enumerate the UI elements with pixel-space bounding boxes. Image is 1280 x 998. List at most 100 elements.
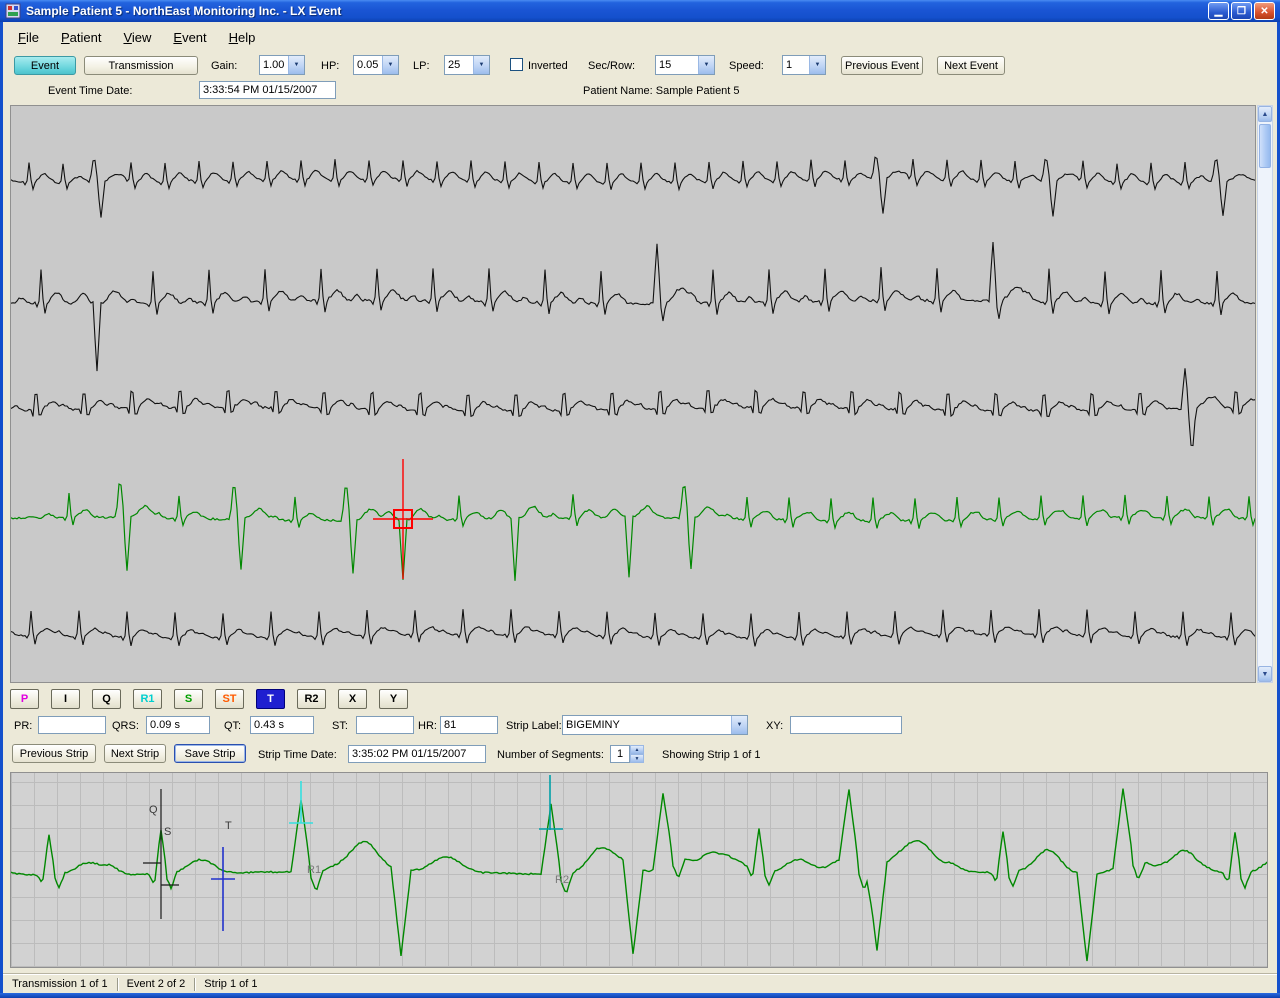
st-field[interactable]: [356, 716, 414, 734]
menu-help[interactable]: Help: [218, 25, 267, 50]
wave-button-s[interactable]: S: [174, 689, 203, 709]
qt-field[interactable]: 0.43 s: [250, 716, 314, 734]
inverted-checkbox[interactable]: [510, 58, 523, 71]
ecg-trace-row4-active: [11, 484, 1256, 581]
dropdown-arrow-icon[interactable]: ▼: [473, 56, 489, 74]
close-button[interactable]: ✕: [1254, 2, 1275, 20]
wave-button-q[interactable]: Q: [92, 689, 121, 709]
menu-bar: File Patient View Event Help: [3, 22, 1277, 52]
previous-event-button[interactable]: Previous Event: [841, 56, 923, 75]
wave-button-y[interactable]: Y: [379, 689, 408, 709]
window-border-bottom: [0, 993, 1280, 998]
speed-value: 1: [783, 59, 809, 71]
qrs-label: QRS:: [112, 720, 139, 732]
inverted-label: Inverted: [528, 60, 568, 72]
menu-file[interactable]: File: [7, 25, 50, 50]
t-annotation: T: [225, 820, 232, 832]
sec-row-label: Sec/Row:: [588, 60, 635, 72]
r1-annotation: R1: [307, 864, 321, 876]
menu-patient[interactable]: Patient: [50, 25, 112, 50]
app-window: Sample Patient 5 - NorthEast Monitoring …: [0, 0, 1280, 998]
ecg-trace-row3: [11, 368, 1256, 445]
next-event-button[interactable]: Next Event: [937, 56, 1005, 75]
sec-row-select[interactable]: 15 ▼: [655, 55, 715, 75]
pr-label: PR:: [14, 720, 32, 732]
window-border-left: [0, 22, 3, 998]
next-strip-button[interactable]: Next Strip: [104, 744, 166, 763]
dropdown-arrow-icon[interactable]: ▼: [288, 56, 304, 74]
restore-button[interactable]: ❐: [1231, 2, 1252, 20]
scrollbar-thumb[interactable]: [1259, 124, 1271, 168]
xy-label: XY:: [766, 720, 783, 732]
s-annotation: S: [164, 826, 171, 838]
patient-name-text: Patient Name: Sample Patient 5: [583, 85, 740, 97]
ecg-trace-row5: [11, 609, 1256, 646]
segments-label: Number of Segments:: [497, 749, 604, 761]
dropdown-arrow-icon[interactable]: ▼: [809, 56, 825, 74]
measurements-row: PR: QRS: 0.09 s QT: 0.43 s ST: HR: 81 St…: [0, 715, 1280, 739]
save-strip-button[interactable]: Save Strip: [174, 744, 246, 763]
qrs-field[interactable]: 0.09 s: [146, 716, 210, 734]
hp-select[interactable]: 0.05 ▼: [353, 55, 399, 75]
dropdown-arrow-icon[interactable]: ▼: [698, 56, 714, 74]
toolbar: Event Transmission Gain: 1.00 ▼ HP: 0.05…: [3, 52, 1277, 80]
strip-display[interactable]: Q S T R1 R2: [10, 772, 1268, 968]
strip-label-select[interactable]: BIGEMINY ▼: [562, 715, 748, 735]
app-icon: [5, 3, 21, 19]
wave-button-r2[interactable]: R2: [297, 689, 326, 709]
ecg-trace-row2: [11, 242, 1256, 371]
segments-value[interactable]: 1: [610, 745, 630, 763]
wave-button-row: PIQ R1 S ST T R2 XY: [0, 688, 1280, 712]
wave-button-x[interactable]: X: [338, 689, 367, 709]
st-label: ST:: [332, 720, 348, 732]
hr-field[interactable]: 81: [440, 716, 498, 734]
menu-event[interactable]: Event: [162, 25, 217, 50]
title-bar[interactable]: Sample Patient 5 - NorthEast Monitoring …: [0, 0, 1280, 22]
pr-field[interactable]: [38, 716, 106, 734]
xy-field[interactable]: [790, 716, 902, 734]
ecg-display[interactable]: [10, 105, 1256, 683]
scroll-up-icon[interactable]: ▲: [1258, 106, 1272, 122]
event-mode-button[interactable]: Event: [14, 56, 76, 75]
gain-label: Gain:: [211, 60, 237, 72]
hp-value: 0.05: [354, 59, 382, 71]
event-cursor-marker[interactable]: [373, 459, 433, 579]
r2-annotation: R2: [555, 874, 569, 886]
transmission-mode-button[interactable]: Transmission: [84, 56, 198, 75]
wave-button-st[interactable]: ST: [215, 689, 244, 709]
strip-label-label: Strip Label:: [506, 720, 562, 732]
gain-value: 1.00: [260, 59, 288, 71]
lp-value: 25: [445, 59, 473, 71]
ecg-scrollbar[interactable]: ▲ ▼: [1257, 105, 1273, 683]
status-bar: Transmission 1 of 1 Event 2 of 2 Strip 1…: [3, 974, 1277, 993]
status-event: Event 2 of 2: [118, 978, 195, 990]
spinner-down-icon[interactable]: ▼: [630, 754, 644, 763]
dropdown-arrow-icon[interactable]: ▼: [382, 56, 398, 74]
showing-strip-text: Showing Strip 1 of 1: [662, 749, 760, 761]
event-info-row: Event Time Date: 3:33:54 PM 01/15/2007 P…: [3, 80, 1277, 104]
event-time-field[interactable]: 3:33:54 PM 01/15/2007: [199, 81, 336, 99]
gain-select[interactable]: 1.00 ▼: [259, 55, 305, 75]
strip-trace: [11, 789, 1268, 961]
spinner-up-icon[interactable]: ▲: [630, 745, 644, 754]
ecg-trace-row1: [11, 157, 1256, 217]
strip-markers: Q S T R1 R2: [143, 775, 569, 931]
status-strip: Strip 1 of 1: [195, 978, 266, 990]
previous-strip-button[interactable]: Previous Strip: [12, 744, 96, 763]
segments-spinner[interactable]: 1 ▲ ▼: [610, 745, 644, 763]
lp-select[interactable]: 25 ▼: [444, 55, 490, 75]
minimize-button[interactable]: ▁: [1208, 2, 1229, 20]
scroll-down-icon[interactable]: ▼: [1258, 666, 1272, 682]
menu-view[interactable]: View: [112, 25, 162, 50]
wave-button-i[interactable]: I: [51, 689, 80, 709]
hp-label: HP:: [321, 60, 339, 72]
speed-select[interactable]: 1 ▼: [782, 55, 826, 75]
wave-button-t[interactable]: T: [256, 689, 285, 709]
wave-button-p[interactable]: P: [10, 689, 39, 709]
strip-time-field[interactable]: 3:35:02 PM 01/15/2007: [348, 745, 486, 763]
hr-label: HR:: [418, 720, 437, 732]
dropdown-arrow-icon[interactable]: ▼: [731, 716, 747, 734]
speed-label: Speed:: [729, 60, 764, 72]
status-transmission: Transmission 1 of 1: [3, 978, 117, 990]
wave-button-r1[interactable]: R1: [133, 689, 162, 709]
